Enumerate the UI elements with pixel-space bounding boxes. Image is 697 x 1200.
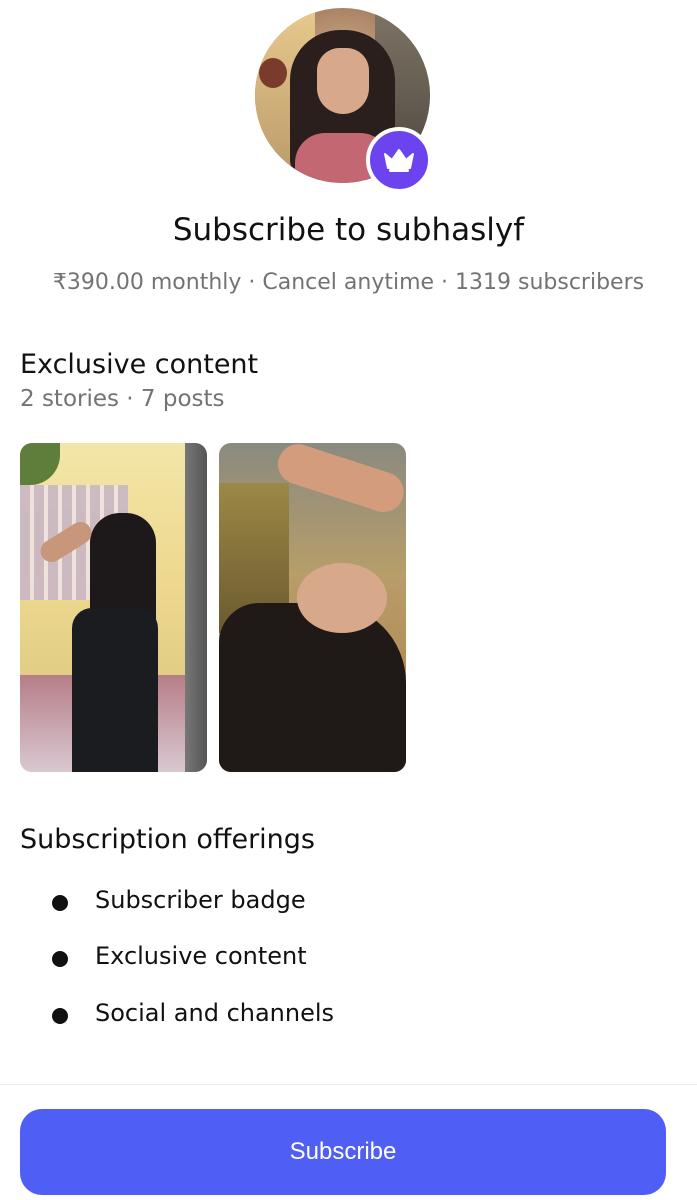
- bullet-icon: [52, 895, 68, 911]
- list-item: Subscriber badge: [0, 882, 697, 922]
- subscriber-crown-badge: [366, 127, 432, 193]
- subscription-meta: ₹390.00 monthly · Cancel anytime · 1319 …: [52, 270, 645, 295]
- crown-icon: [384, 149, 414, 172]
- story-preview-2[interactable]: [219, 443, 406, 772]
- offering-label: Exclusive content: [95, 942, 307, 970]
- subscription-offerings-heading: Subscription offerings: [20, 824, 315, 855]
- page-title: Subscribe to subhaslyf: [172, 212, 525, 248]
- subscribe-button[interactable]: Subscribe: [20, 1109, 666, 1195]
- offering-label: Subscriber badge: [95, 886, 306, 914]
- list-item: Exclusive content: [0, 938, 697, 978]
- exclusive-content-heading: Exclusive content: [20, 349, 259, 380]
- exclusive-content-counts: 2 stories · 7 posts: [20, 386, 225, 412]
- bullet-icon: [52, 951, 68, 967]
- bullet-icon: [52, 1008, 68, 1024]
- offering-label: Social and channels: [95, 999, 335, 1027]
- story-preview-1[interactable]: [20, 443, 207, 772]
- creator-avatar-group: [255, 8, 432, 193]
- footer-divider: [0, 1084, 697, 1085]
- list-item: Social and channels: [0, 995, 697, 1035]
